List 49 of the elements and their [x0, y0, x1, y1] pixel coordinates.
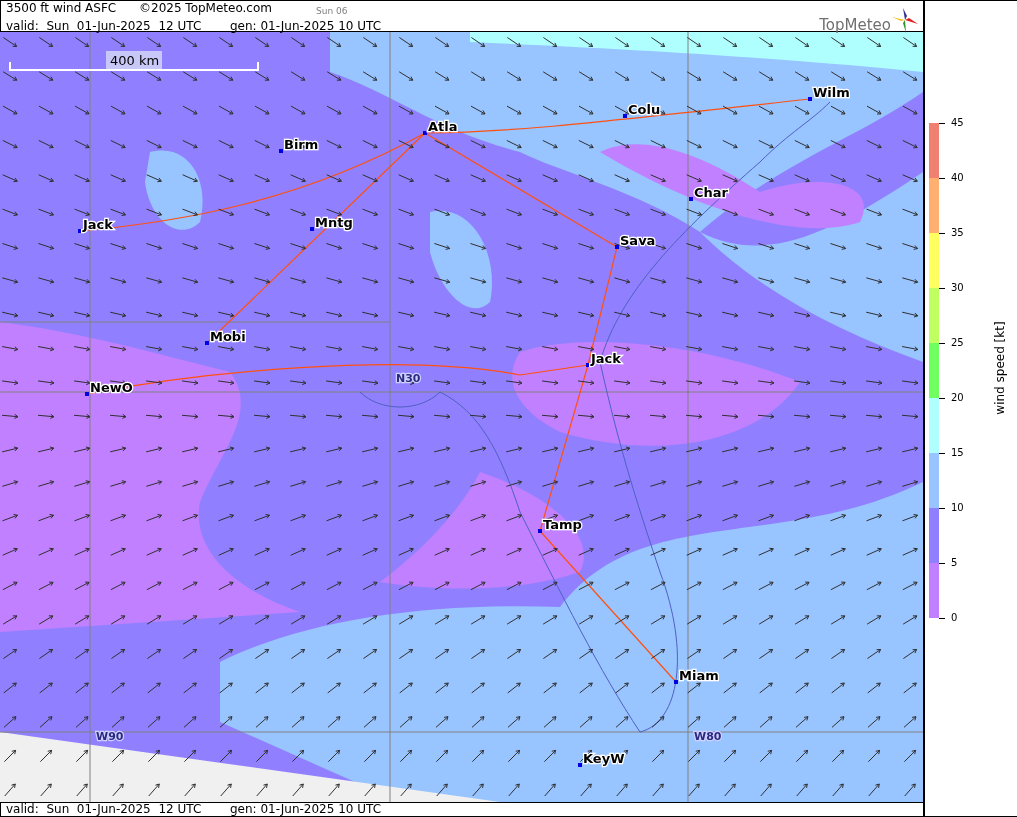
scale-label: 400 km: [110, 53, 160, 68]
city-marker-icon: [310, 227, 314, 231]
city-label: Jack: [83, 217, 113, 232]
city-label: Wilm: [813, 85, 850, 100]
city-label: KeyW: [583, 751, 625, 766]
city-label: Tamp: [543, 517, 582, 532]
grid-label: N30: [396, 372, 421, 385]
scale-tick-label: 35: [951, 227, 964, 239]
city-marker-icon: [205, 341, 209, 345]
city-marker-icon: [689, 197, 693, 201]
scale-tick-label: 40: [951, 172, 964, 184]
scale-tick-label: 25: [951, 337, 964, 349]
city-label: Jack: [591, 351, 621, 366]
map-title: 3500 ft wind ASFC: [6, 1, 118, 17]
city-marker-icon: [538, 529, 542, 533]
city-label: Miam: [679, 668, 719, 683]
compass-star-icon: [891, 6, 919, 34]
generated-time: gen: 01-Jun-2025 10 UTC: [230, 19, 382, 34]
city-marker-icon: [423, 131, 427, 135]
city-marker-icon: [615, 245, 619, 249]
grid-label: W90: [96, 730, 124, 743]
scale-tick-label: 5: [951, 557, 958, 569]
scale-tick-label: 30: [951, 282, 964, 294]
scale-tick-label: 0: [951, 612, 958, 624]
city-label: Mobi: [210, 329, 246, 344]
city-marker-icon: [674, 680, 678, 684]
city-label: Char: [694, 185, 728, 200]
generated-time: gen: 01-Jun-2025 10 UTC: [230, 803, 382, 816]
logo-text: TopMeteo: [819, 16, 891, 34]
city-marker-icon: [78, 229, 82, 233]
city-marker-icon: [85, 392, 89, 396]
day-tag: Sun 06: [316, 1, 348, 19]
scale-tick-label: 45: [951, 117, 964, 129]
city-label: Birm: [284, 137, 319, 152]
legend-title: wind speed [kt]: [993, 320, 1007, 417]
scale-tick-label: 10: [951, 502, 964, 514]
scale-tick-label: 15: [951, 447, 964, 459]
city-marker-icon: [279, 149, 283, 153]
copyright-text: ©2025 TopMeteo.com: [139, 1, 273, 17]
city-label: Sava: [620, 233, 656, 248]
valid-time: valid: Sun 01-Jun-2025 12 UTC: [6, 803, 203, 816]
scale-tick-label: 20: [951, 392, 964, 404]
grid-label: W80: [694, 730, 722, 743]
valid-time: valid: Sun 01-Jun-2025 12 UTC: [6, 19, 203, 34]
city-label: Atla: [428, 119, 458, 134]
city-marker-icon: [623, 114, 627, 118]
city-label: Colu: [628, 102, 661, 117]
city-marker-icon: [808, 97, 812, 101]
city-marker-icon: [578, 763, 582, 767]
